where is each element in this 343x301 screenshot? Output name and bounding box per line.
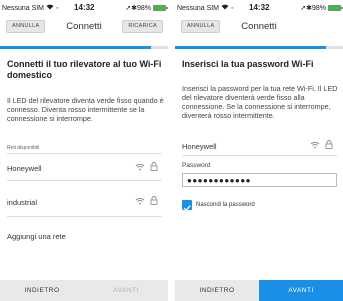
nav-bar: Connetti ANNULLA bbox=[175, 16, 343, 38]
password-label: Password bbox=[182, 162, 211, 169]
signal-icon: ◦ bbox=[230, 5, 234, 12]
battery-icon bbox=[153, 5, 168, 11]
back-button[interactable]: INDIETRO bbox=[0, 280, 84, 301]
networks-section-label: Reti disponibili bbox=[7, 145, 40, 151]
wifi-icon bbox=[310, 141, 320, 148]
lock-icon bbox=[150, 162, 158, 171]
status-time: 14:32 bbox=[74, 3, 95, 12]
wifi-status-icon bbox=[221, 4, 229, 10]
progress-fill bbox=[175, 46, 327, 49]
battery-percent: 98% bbox=[136, 4, 151, 12]
network-icons bbox=[310, 140, 333, 149]
back-button[interactable]: INDIETRO bbox=[175, 280, 259, 301]
nav-bar: Connetti ANNULLA RICARICA bbox=[0, 16, 168, 38]
network-name: industrial bbox=[7, 198, 38, 207]
carrier-label: Nessuna SIM bbox=[177, 5, 220, 12]
page-title: Connetti il tuo rilevatore al tuo Wi-Fi … bbox=[7, 59, 162, 80]
divider bbox=[7, 153, 162, 154]
divider bbox=[7, 180, 162, 181]
battery-icon bbox=[328, 5, 343, 11]
progress-fill bbox=[0, 46, 152, 49]
instructions-text: Il LED del rilevatore diventa verde fiss… bbox=[7, 96, 164, 123]
lock-icon bbox=[150, 196, 158, 205]
next-button[interactable]: AVANTI bbox=[84, 280, 168, 301]
password-input[interactable] bbox=[182, 173, 337, 187]
cancel-button[interactable]: ANNULLA bbox=[6, 20, 46, 33]
selected-network: Honeywell bbox=[182, 140, 337, 154]
cancel-button[interactable]: ANNULLA bbox=[181, 20, 221, 33]
carrier-text: Nessuna SIM ◦ bbox=[177, 4, 233, 12]
progress-bar bbox=[0, 46, 168, 49]
status-time: 14:32 bbox=[249, 3, 270, 12]
network-item-honeywell[interactable]: Honeywell bbox=[7, 162, 162, 176]
divider bbox=[7, 216, 162, 217]
password-screen: Nessuna SIM ◦ 14:32 ➚ ✱ 98% Connetti ANN… bbox=[175, 0, 343, 301]
network-item-industrial[interactable]: industrial bbox=[7, 196, 162, 210]
hide-password-checkbox[interactable] bbox=[182, 200, 192, 212]
battery-percent: 98% bbox=[311, 4, 326, 12]
next-button[interactable]: AVANTI bbox=[259, 280, 343, 301]
divider bbox=[182, 155, 337, 156]
checkmark-icon bbox=[183, 205, 191, 212]
signal-icon: ◦ bbox=[55, 5, 59, 12]
add-network-link[interactable]: Aggiungi una rete bbox=[7, 232, 66, 241]
network-icons bbox=[135, 196, 158, 205]
wifi-status-icon bbox=[46, 4, 54, 10]
hide-password-label[interactable]: Nascondi la password bbox=[196, 202, 255, 208]
page-title: Inserisci la tua password Wi-Fi bbox=[182, 59, 314, 69]
status-bar: Nessuna SIM ◦ 14:32 ➚ ✱ 98% bbox=[0, 0, 168, 16]
status-right: ➚ ✱ 98% bbox=[300, 4, 343, 12]
wifi-icon bbox=[135, 197, 145, 204]
reload-button[interactable]: RICARICA bbox=[122, 20, 163, 33]
carrier-text: Nessuna SIM ◦ bbox=[2, 4, 58, 12]
progress-bar bbox=[175, 46, 343, 49]
network-icons bbox=[135, 162, 158, 171]
network-list-screen: Nessuna SIM ◦ 14:32 ➚ ✱ 98% Connetti ANN… bbox=[0, 0, 168, 301]
network-name: Honeywell bbox=[182, 142, 217, 151]
bottom-bar: INDIETRO AVANTI bbox=[0, 280, 168, 301]
wifi-icon bbox=[135, 163, 145, 170]
bottom-bar: INDIETRO AVANTI bbox=[175, 280, 343, 301]
network-name: Honeywell bbox=[7, 164, 42, 173]
instructions-text: Inserisci la password per la tua rete Wi… bbox=[182, 84, 338, 120]
lock-icon bbox=[325, 140, 333, 149]
status-right: ➚ ✱ 98% bbox=[125, 4, 168, 12]
carrier-label: Nessuna SIM bbox=[2, 5, 45, 12]
status-bar: Nessuna SIM ◦ 14:32 ➚ ✱ 98% bbox=[175, 0, 343, 16]
